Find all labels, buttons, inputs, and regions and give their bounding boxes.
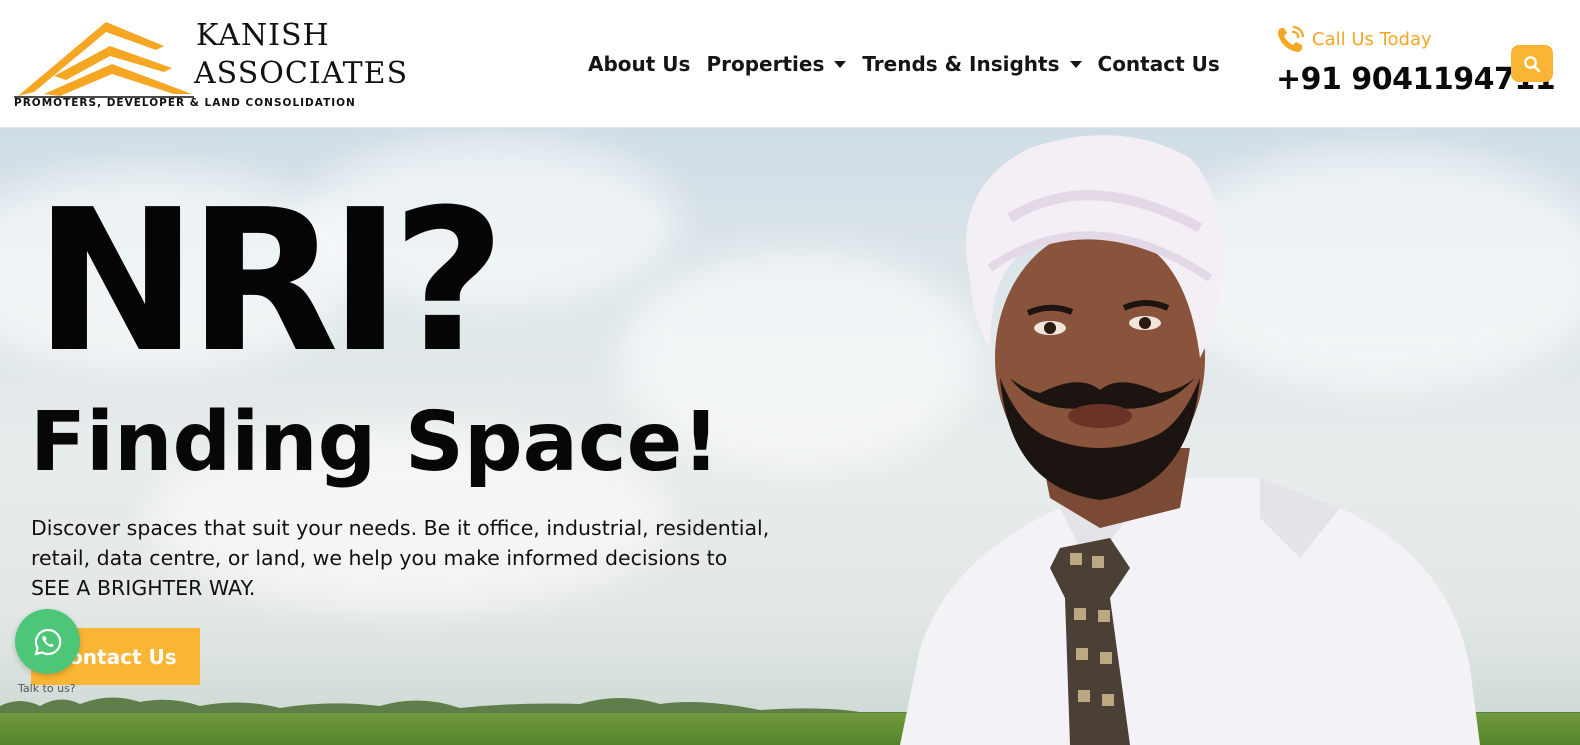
chevron-down-icon [834,60,847,68]
search-icon [1524,55,1541,72]
search-button[interactable] [1511,45,1553,82]
hero-description: Discover spaces that suit your needs. Be… [31,516,770,600]
site-header: KANISH ASSOCIATES PROMOTERS, DEVELOPER &… [0,0,1580,128]
nav-item-label: Trends & Insights [862,52,1060,76]
nav-item-label: Contact Us [1097,52,1220,76]
phone-icon [1278,25,1305,52]
nav-item-trends-insights[interactable]: Trends & Insights [862,52,1082,76]
phone-number[interactable]: +91 9041194711 [1276,62,1556,97]
whatsapp-button[interactable] [15,609,80,674]
call-label-row: Call Us Today [1276,24,1506,54]
company-logo[interactable]: KANISH ASSOCIATES PROMOTERS, DEVELOPER &… [14,16,407,112]
logo-tagline: PROMOTERS, DEVELOPER & LAND CONSOLIDATIO… [14,97,356,109]
hero-title: NRI? [34,168,506,396]
whatsapp-icon [33,628,61,656]
nav-item-label: About Us [588,52,691,76]
nav-item-label: Properties [706,52,825,76]
whatsapp-label: Talk to us? [18,682,76,695]
logo-name-line1: KANISH [196,18,330,53]
hero-section: NRI? Finding Space! Discover spaces that… [0,128,1580,745]
main-nav: About Us Properties Trends & Insights Co… [588,48,1220,80]
nav-item-properties[interactable]: Properties [706,52,847,76]
nav-item-about-us[interactable]: About Us [588,52,690,76]
hero-subtitle: Finding Space! [30,395,720,490]
nav-item-contact-us[interactable]: Contact Us [1098,52,1220,76]
call-block: Call Us Today +91 9041194711 [1276,24,1556,97]
logo-name-line2: ASSOCIATES [194,56,409,91]
chevron-down-icon [1069,60,1082,68]
man-portrait-image [900,135,1480,745]
roof-logo-icon [14,22,194,98]
call-label: Call Us Today [1312,28,1432,50]
